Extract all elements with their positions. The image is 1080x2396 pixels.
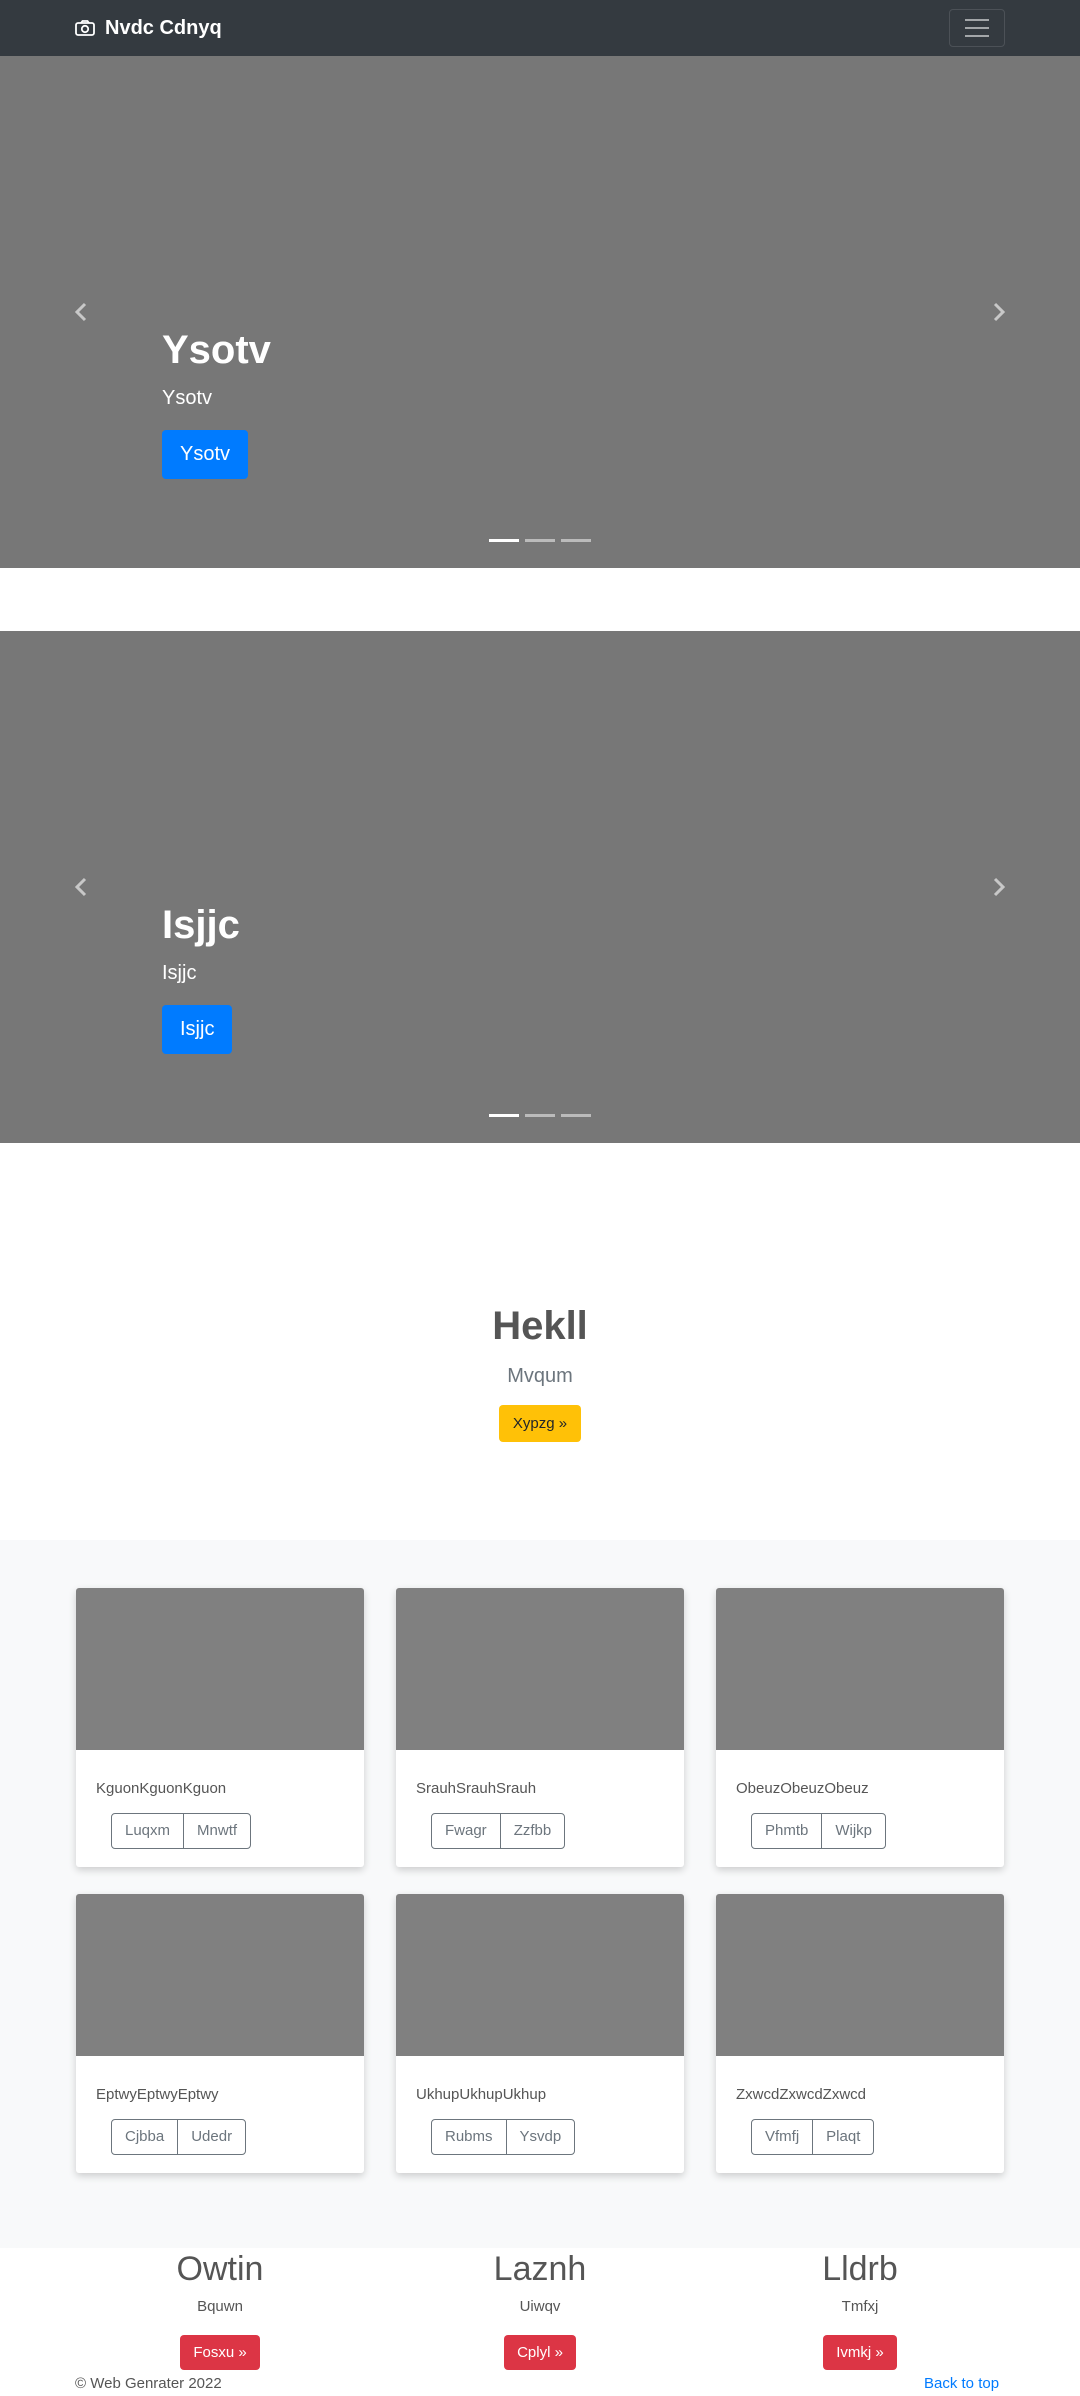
jumbotron-button[interactable]: Xypzg » [499, 1405, 581, 1442]
card-button[interactable]: Fwagr [431, 1813, 501, 1849]
card-text: UkhupUkhupUkhup [416, 2086, 547, 2103]
carousel-subtitle: Ysotv [162, 387, 213, 409]
hamburger-icon [965, 19, 989, 21]
carousel-cta-button[interactable]: Isjjc [162, 1005, 233, 1054]
card-button-group: Rubms Ysvdp [431, 2119, 576, 2155]
card-text: EptwyEptwyEptwy [96, 2086, 219, 2103]
feature-column: Owtin Bquwn Fosxu » [60, 2248, 380, 2370]
carousel-prev-button[interactable] [67, 298, 95, 326]
card-button[interactable]: Wijkp [821, 1813, 887, 1849]
chevron-left-icon [74, 877, 87, 897]
card-text: ZxwcdZxwcdZxwcd [736, 2086, 867, 2103]
card-button[interactable]: Ysvdp [505, 2119, 576, 2155]
album-card: SrauhSrauhSrauh Fwagr Zzfbb [396, 1588, 684, 1867]
card-text: ObeuzObeuzObeuz [736, 1780, 869, 1797]
jumbotron-lead: Mvqum [507, 1365, 573, 1387]
carousel-indicator[interactable] [561, 539, 591, 542]
feature-heading: Lldrb [822, 2250, 898, 2288]
card-thumbnail [396, 1894, 684, 2056]
brand-name: Nvdc Cdnyq [105, 16, 222, 39]
hero-carousel: Ysotv Ysotv Ysotv [0, 56, 1080, 568]
card-button[interactable]: Udedr [177, 2119, 247, 2155]
carousel-indicators [489, 1114, 591, 1117]
footer-copyright: © Web Genrater 2022 [75, 2375, 222, 2392]
card-text: SrauhSrauhSrauh [416, 1780, 537, 1797]
card-thumbnail [716, 1588, 1004, 1750]
feature-text: Bquwn [197, 2298, 243, 2315]
feature-text: Uiwqv [519, 2298, 561, 2315]
card-thumbnail [76, 1894, 364, 2056]
album-card: UkhupUkhupUkhup Rubms Ysvdp [396, 1894, 684, 2173]
feature-button[interactable]: Fosxu » [180, 2335, 260, 2370]
carousel-next-button[interactable] [985, 873, 1013, 901]
feature-heading: Owtin [176, 2250, 264, 2288]
feature-button[interactable]: Cplyl » [504, 2335, 576, 2370]
card-thumbnail [716, 1894, 1004, 2056]
card-text: KguonKguonKguon [96, 1780, 227, 1797]
card-button-group: Luqxm Mnwtf [111, 1813, 252, 1849]
carousel-indicators [489, 539, 591, 542]
card-button[interactable]: Mnwtf [183, 1813, 252, 1849]
brand-link[interactable]: Nvdc Cdnyq [75, 0, 222, 56]
camera-icon [75, 20, 95, 36]
card-thumbnail [76, 1588, 364, 1750]
chevron-right-icon [993, 302, 1006, 322]
card-button[interactable]: Zzfbb [499, 1813, 566, 1849]
carousel-indicator[interactable] [489, 539, 519, 542]
jumbotron: Hekll Mvqum Xypzg » [0, 1143, 1080, 1540]
card-button-group: Vfmfj Plaqt [751, 2119, 875, 2155]
carousel-indicator[interactable] [525, 539, 555, 542]
card-button-group: Cjbba Udedr [111, 2119, 247, 2155]
album-section: KguonKguonKguon Luqxm Mnwtf SrauhSrauhSr… [0, 1540, 1080, 2248]
card-thumbnail [396, 1588, 684, 1750]
feature-text: Tmfxj [841, 2298, 879, 2315]
feature-heading: Laznh [493, 2250, 587, 2288]
album-card: ObeuzObeuzObeuz Phmtb Wijkp [716, 1588, 1004, 1867]
feature-column: Lldrb Tmfxj Ivmkj » [700, 2248, 1020, 2370]
carousel-caption: Ysotv Ysotv Ysotv [162, 328, 271, 479]
album-card: EptwyEptwyEptwy Cjbba Udedr [76, 1894, 364, 2173]
carousel-title: Ysotv [162, 328, 271, 372]
card-button[interactable]: Plaqt [812, 2119, 875, 2155]
feature-column: Laznh Uiwqv Cplyl » [380, 2248, 700, 2370]
carousel-indicator[interactable] [489, 1114, 519, 1117]
back-to-top-link[interactable]: Back to top [924, 2375, 999, 2392]
carousel-title: Isjjc [162, 903, 240, 947]
carousel-prev-button[interactable] [67, 873, 95, 901]
carousel-subtitle: Isjjc [162, 962, 197, 984]
carousel-next-button[interactable] [985, 298, 1013, 326]
card-button-group: Phmtb Wijkp [751, 1813, 887, 1849]
feature-button[interactable]: Ivmkj » [823, 2335, 897, 2370]
card-button[interactable]: Luqxm [111, 1813, 185, 1849]
chevron-left-icon [74, 302, 87, 322]
second-carousel: Isjjc Isjjc Isjjc [0, 631, 1080, 1143]
card-button-group: Fwagr Zzfbb [431, 1813, 566, 1849]
navbar: Nvdc Cdnyq [0, 0, 1080, 56]
card-button[interactable]: Cjbba [111, 2119, 179, 2155]
carousel-cta-button[interactable]: Ysotv [162, 430, 249, 479]
menu-toggle-button[interactable] [949, 9, 1005, 47]
carousel-indicator[interactable] [525, 1114, 555, 1117]
carousel-caption: Isjjc Isjjc Isjjc [162, 903, 240, 1054]
album-card: KguonKguonKguon Luqxm Mnwtf [76, 1588, 364, 1867]
carousel-indicator[interactable] [561, 1114, 591, 1117]
jumbotron-heading: Hekll [492, 1304, 588, 1348]
album-card: ZxwcdZxwcdZxwcd Vfmfj Plaqt [716, 1894, 1004, 2173]
card-button[interactable]: Rubms [431, 2119, 507, 2155]
chevron-right-icon [993, 877, 1006, 897]
card-button[interactable]: Vfmfj [751, 2119, 814, 2155]
card-button[interactable]: Phmtb [751, 1813, 823, 1849]
